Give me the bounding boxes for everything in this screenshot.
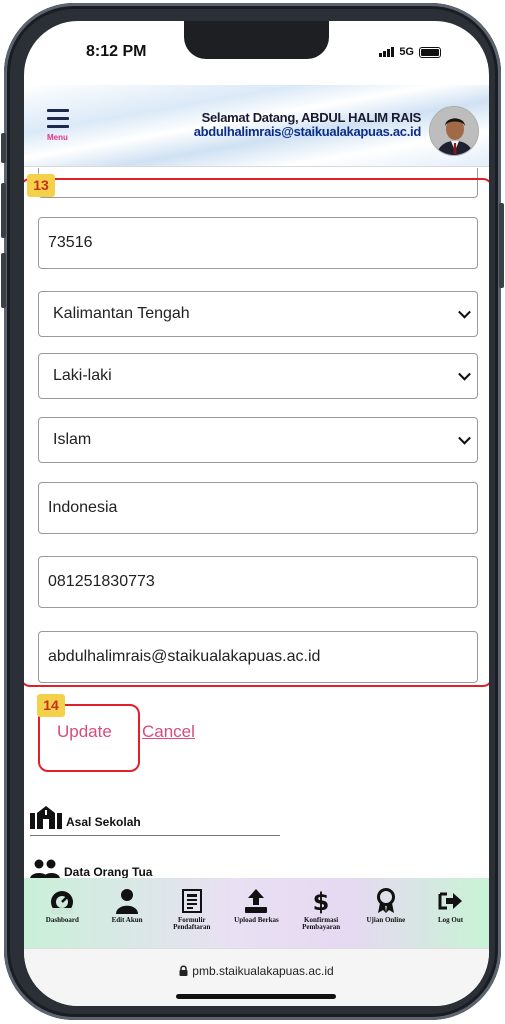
nav-formulir-pendaftaran[interactable]: Formulir Pendaftaran: [166, 888, 218, 931]
hamburger-icon: [47, 109, 69, 112]
bottom-navigation: Dashboard Edit Akun Formulir Pendaftaran: [24, 878, 489, 948]
update-button[interactable]: Update: [57, 722, 112, 742]
form-content: 73516 Kalimantan Tengah Laki-laki Islam …: [24, 168, 489, 878]
user-icon: [116, 889, 139, 914]
annotation-number-form: 13: [27, 174, 55, 197]
section-label: Asal Sekolah: [66, 815, 141, 829]
form-icon: [181, 889, 202, 913]
award-icon: [376, 888, 395, 913]
logout-icon: [438, 892, 462, 910]
annotation-box-form: [24, 178, 489, 687]
status-time: 8:12 PM: [86, 43, 147, 60]
nav-upload-berkas[interactable]: Upload Berkas: [230, 888, 282, 924]
notch: [184, 21, 329, 59]
nav-log-out[interactable]: Log Out: [425, 888, 477, 924]
nav-dashboard[interactable]: Dashboard: [36, 888, 88, 924]
nav-edit-akun[interactable]: Edit Akun: [101, 888, 153, 924]
network-type: 5G: [399, 46, 414, 58]
phone-screen: 8:12 PM 5G Menu Selamat Datang, ABDUL HA…: [24, 21, 489, 1006]
nav-label: Upload Berkas: [234, 916, 279, 924]
section-asal-sekolah[interactable]: Asal Sekolah: [30, 805, 280, 836]
signal-icon: [379, 47, 395, 57]
nav-label: Konfirmasi Pembayaran: [302, 916, 341, 931]
status-indicators: 5G: [379, 46, 441, 58]
svg-text:$: $: [313, 888, 330, 914]
upload-icon: [245, 889, 268, 913]
nav-label: Formulir Pendaftaran: [173, 916, 211, 931]
menu-label: Menu: [47, 133, 68, 142]
browser-url-bar[interactable]: pmb.staikualakapuas.ac.id: [24, 948, 489, 1006]
menu-button[interactable]: Menu: [47, 109, 73, 149]
nav-label: Dashboard: [45, 916, 79, 924]
dollar-icon: $: [313, 888, 330, 914]
users-icon: [30, 859, 60, 878]
section-label: Data Orang Tua: [64, 865, 153, 878]
home-indicator[interactable]: [176, 994, 336, 999]
welcome-text: Selamat Datang, ABDUL HALIM RAIS: [201, 110, 422, 125]
lock-icon: [179, 965, 188, 976]
volume-down-button: [1, 253, 6, 308]
battery-icon: [419, 46, 441, 58]
profile-photo: [430, 107, 478, 155]
section-data-orang-tua[interactable]: Data Orang Tua: [30, 859, 280, 878]
nav-konfirmasi-pembayaran[interactable]: $ Konfirmasi Pembayaran: [295, 888, 347, 931]
nav-label: Edit Akun: [111, 916, 143, 924]
nav-label: Log Out: [438, 916, 464, 924]
cancel-link[interactable]: Cancel: [142, 722, 195, 742]
app-header: Menu Selamat Datang, ABDUL HALIM RAIS ab…: [24, 85, 489, 167]
phone-frame: 8:12 PM 5G Menu Selamat Datang, ABDUL HA…: [1, 3, 504, 1020]
user-email: abdulhalimrais@staikualakapuas.ac.id: [193, 124, 422, 139]
avatar[interactable]: [429, 106, 479, 156]
power-button: [499, 203, 504, 288]
nav-ujian-online[interactable]: Ujian Online: [360, 888, 412, 924]
nav-label: Ujian Online: [366, 916, 406, 924]
welcome-block: Selamat Datang, ABDUL HALIM RAIS abdulha…: [193, 110, 422, 139]
dashboard-icon: [51, 891, 74, 914]
mute-switch: [1, 133, 6, 163]
annotation-number-update: 14: [37, 694, 65, 717]
volume-up-button: [1, 183, 6, 238]
school-icon: [30, 806, 62, 829]
url-display: pmb.staikualakapuas.ac.id: [24, 964, 489, 978]
url-text: pmb.staikualakapuas.ac.id: [192, 964, 334, 978]
